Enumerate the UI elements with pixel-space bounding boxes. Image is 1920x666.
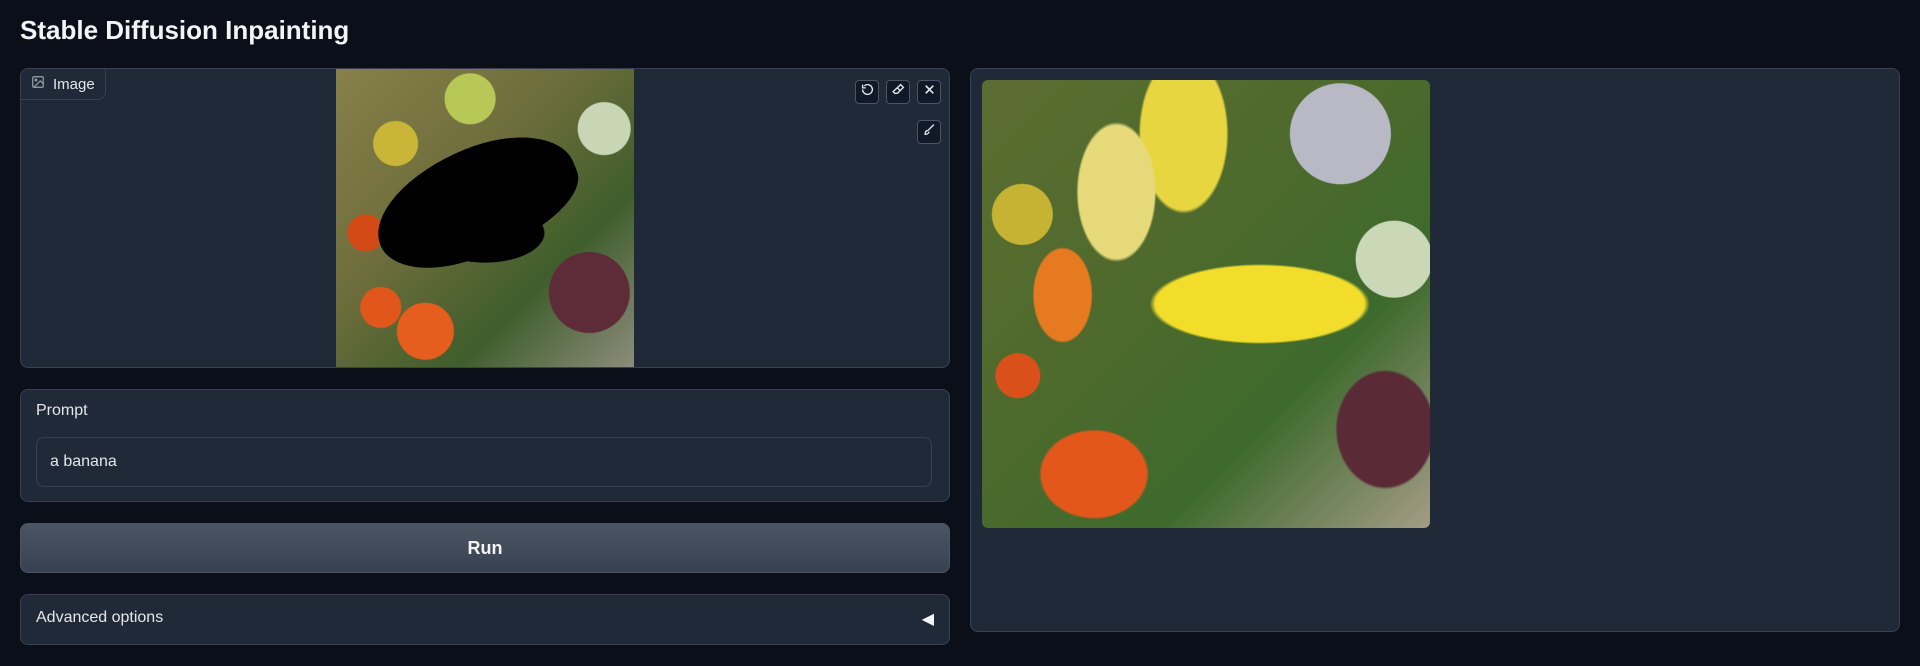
advanced-options-label: Advanced options — [36, 609, 164, 626]
image-icon — [31, 75, 45, 93]
input-image-panel[interactable]: Image — [20, 68, 950, 368]
prompt-label: Prompt — [36, 402, 88, 419]
output-panel — [970, 68, 1900, 632]
inpaint-mask — [358, 113, 594, 290]
advanced-options-accordion[interactable]: Advanced options ◀ — [20, 594, 950, 645]
eraser-icon — [891, 83, 905, 101]
image-label-text: Image — [53, 75, 95, 93]
collapse-arrow-icon[interactable]: ◀ — [922, 609, 934, 629]
undo-button[interactable] — [855, 80, 879, 104]
input-image-canvas[interactable] — [336, 69, 634, 367]
brush-icon — [923, 123, 936, 141]
output-image[interactable] — [982, 80, 1430, 528]
brush-button[interactable] — [917, 120, 941, 144]
clear-image-button[interactable] — [917, 80, 941, 104]
image-block-label: Image — [21, 69, 106, 100]
close-icon — [923, 83, 936, 101]
undo-icon — [861, 83, 874, 101]
prompt-input[interactable] — [36, 437, 932, 487]
run-button[interactable]: Run — [20, 523, 950, 573]
page-title: Stable Diffusion Inpainting — [20, 15, 350, 45]
prompt-panel: Prompt — [20, 389, 950, 502]
eraser-button[interactable] — [886, 80, 910, 104]
